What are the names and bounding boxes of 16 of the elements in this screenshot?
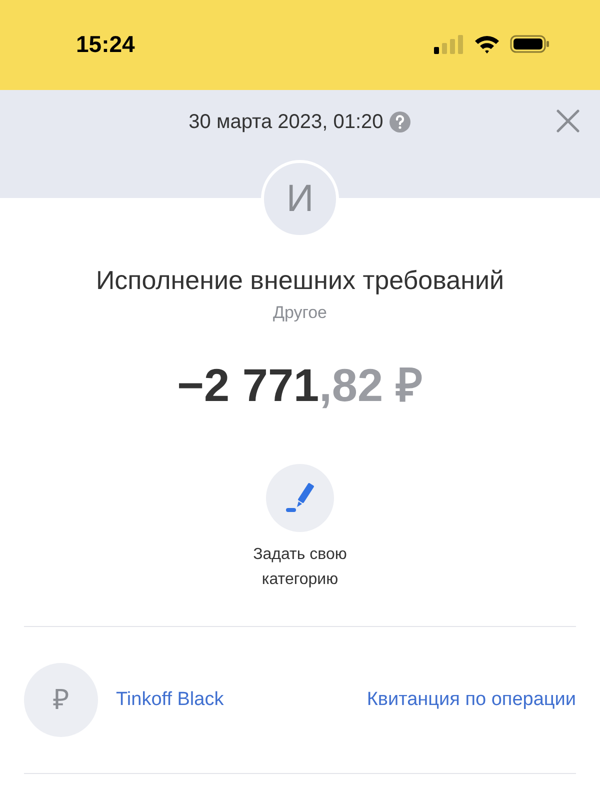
help-icon[interactable] <box>389 111 412 133</box>
receipt-link[interactable]: Квитанция по операции <box>366 686 576 714</box>
operation-avatar: И <box>261 160 339 238</box>
wifi-icon <box>474 34 500 54</box>
close-icon[interactable] <box>556 109 580 133</box>
operation-category: Другое <box>272 302 327 324</box>
pencil-icon <box>283 481 317 515</box>
set-category-label[interactable]: Задать свою категорию <box>235 542 365 592</box>
status-time: 15:24 <box>76 30 135 59</box>
operation-amount: −2 771,82 ₽ <box>177 358 423 412</box>
operation-date: 30 марта 2023, 01:20 <box>188 110 384 134</box>
account-link[interactable]: Tinkoff Black <box>116 686 224 714</box>
battery-icon <box>510 34 550 54</box>
currency-avatar: ₽ <box>24 663 98 737</box>
signal-icon <box>434 34 464 54</box>
operation-title: Исполнение внешних требований <box>96 264 504 296</box>
